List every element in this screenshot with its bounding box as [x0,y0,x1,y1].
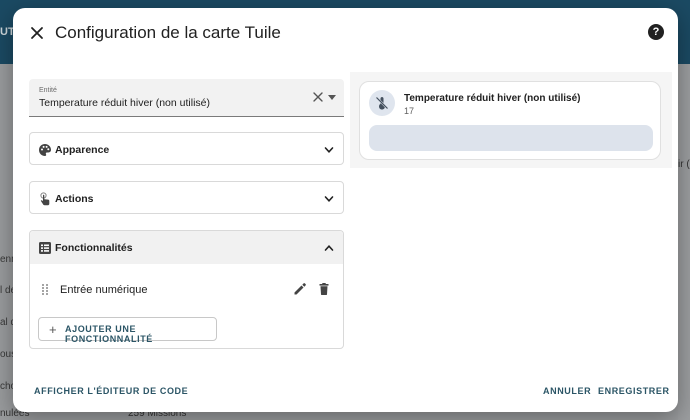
features-panel: Fonctionnalités Entrée numérique + AJOUT… [29,230,344,349]
actions-panel-label: Actions [55,193,94,205]
help-icon: ? [652,26,660,38]
add-feature-label: AJOUTER UNE FONCTIONNALITÉ [65,324,153,344]
dialog-header: Configuration de la carte Tuile ? [13,8,678,58]
close-button[interactable] [27,23,47,43]
clear-icon[interactable] [312,91,324,103]
appearance-panel-label: Apparence [55,144,110,156]
actions-panel-header[interactable]: Actions [30,182,343,215]
actions-panel: Actions [29,181,344,214]
appearance-panel: Apparence [29,132,344,165]
plus-icon: + [49,322,57,337]
save-button[interactable]: ENREGISTRER [598,386,670,396]
thermometer-off-icon [375,96,389,110]
tile-entity-name: Temperature réduit hiver (non utilisé) [404,93,581,104]
tile-card-config-dialog: Configuration de la carte Tuile ? Entité… [13,8,678,412]
entity-value: Temperature réduit hiver (non utilisé) [39,97,210,109]
numeric-input-feature[interactable] [369,125,653,151]
appearance-panel-header[interactable]: Apparence [30,133,343,166]
entity-label: Entité [39,87,57,94]
show-code-editor-button[interactable]: AFFICHER L'ÉDITEUR DE CODE [34,386,188,396]
features-panel-header[interactable]: Fonctionnalités [30,231,343,264]
pencil-icon[interactable] [293,282,307,296]
cancel-button[interactable]: ANNULER [543,386,591,396]
dialog-title: Configuration de la carte Tuile [55,23,281,42]
palette-icon [39,144,51,156]
gesture-tap-icon [40,192,50,206]
feature-list-item: Entrée numérique [30,275,343,305]
delete-icon[interactable] [317,282,331,296]
tile-card-preview[interactable]: Temperature réduit hiver (non utilisé) 1… [359,81,661,160]
close-icon [31,27,43,39]
card-preview-area: Temperature réduit hiver (non utilisé) 1… [350,72,672,168]
tile-icon[interactable] [369,90,395,116]
feature-label: Entrée numérique [60,284,148,296]
background-right-text: ir ( [678,159,690,170]
add-feature-button[interactable]: + AJOUTER UNE FONCTIONNALITÉ [38,317,217,344]
features-panel-label: Fonctionnalités [55,242,133,254]
dropdown-arrow-icon[interactable] [328,95,336,100]
background-right-edge: ir ( [678,64,690,420]
entity-select[interactable]: Entité Temperature réduit hiver (non uti… [29,79,344,117]
chevron-down-icon [324,147,334,153]
tile-entity-state: 17 [404,106,415,116]
help-button[interactable]: ? [648,24,664,40]
chevron-down-icon [324,196,334,202]
list-box-icon [39,242,51,254]
chevron-up-icon [324,245,334,251]
drag-handle-icon[interactable] [40,283,50,295]
